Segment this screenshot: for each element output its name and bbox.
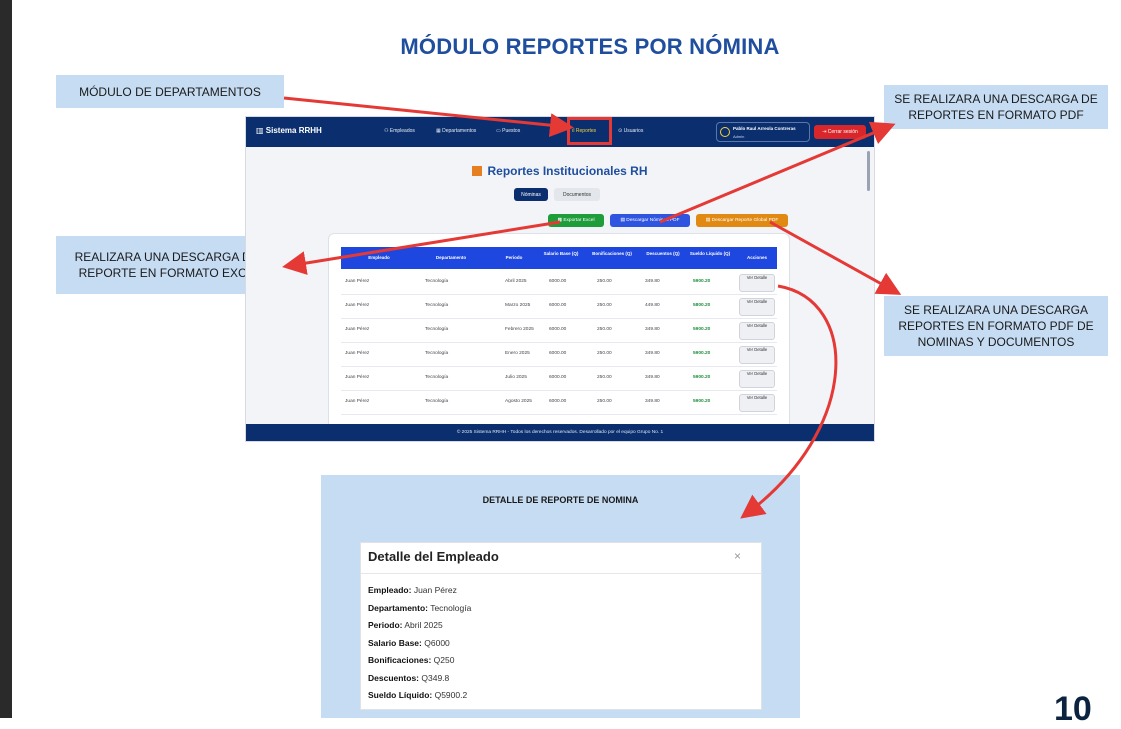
annotation-arrows	[282, 96, 902, 519]
arrow-to-pdf-callout	[659, 121, 896, 224]
arrow-to-excel-callout	[282, 220, 561, 275]
arrow-to-detail	[740, 284, 838, 519]
arrow-to-reportes	[283, 96, 574, 138]
arrow-to-global-callout	[769, 220, 902, 295]
